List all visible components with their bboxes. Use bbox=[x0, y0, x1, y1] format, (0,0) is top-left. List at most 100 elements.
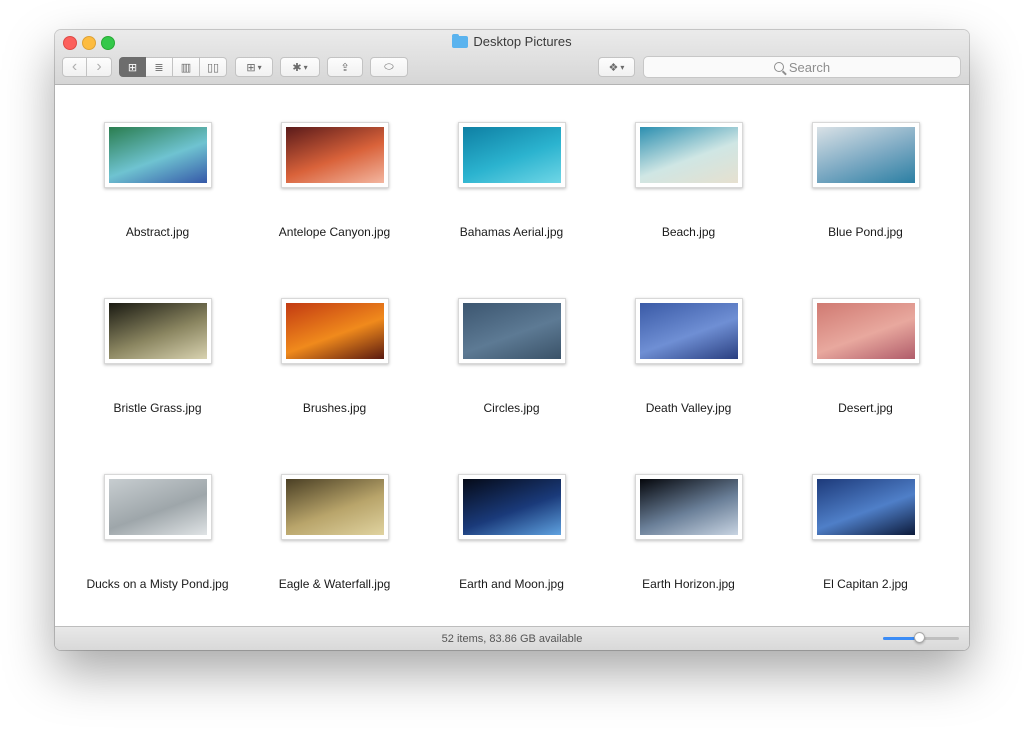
file-name[interactable]: Earth and Moon.jpg bbox=[437, 577, 587, 592]
dropbox-button[interactable]: ❖ ▾ bbox=[598, 57, 635, 77]
file-name[interactable]: Antelope Canyon.jpg bbox=[260, 225, 410, 240]
thumbnail-image bbox=[462, 127, 561, 183]
file-item[interactable]: Earth and Moon.jpg bbox=[423, 474, 600, 650]
file-thumbnail[interactable] bbox=[280, 298, 389, 364]
forward-button[interactable]: › bbox=[87, 57, 112, 77]
back-button[interactable]: ‹ bbox=[62, 57, 87, 77]
window-title-text: Desktop Pictures bbox=[473, 34, 572, 49]
file-name[interactable]: Ducks on a Misty Pond.jpg bbox=[83, 577, 233, 592]
thumbnail-image bbox=[639, 479, 738, 535]
file-thumbnail[interactable] bbox=[103, 298, 212, 364]
file-thumbnail[interactable] bbox=[634, 122, 743, 188]
file-thumbnail[interactable] bbox=[811, 122, 920, 188]
file-icon-view: Abstract.jpg Antelope Canyon.jpg Bahamas A… bbox=[55, 85, 969, 627]
file-thumbnail[interactable] bbox=[457, 122, 566, 188]
file-name[interactable]: Circles.jpg bbox=[437, 401, 587, 416]
thumbnail-image bbox=[285, 479, 384, 535]
arrange-grid-icon: ⊞ bbox=[246, 61, 256, 74]
file-thumbnail[interactable] bbox=[811, 298, 920, 364]
share-icon: ⇪ bbox=[340, 61, 350, 74]
file-thumbnail[interactable] bbox=[457, 298, 566, 364]
file-thumbnail[interactable] bbox=[103, 474, 212, 540]
finder-window: Desktop Pictures ‹ › ⊞ ≣ ▥ ▯▯ ⊞ ▾ ✱ ▾ ⇪ ⬭ ❖ bbox=[55, 30, 969, 650]
file-item[interactable]: Beach.jpg bbox=[600, 122, 777, 298]
tags-button[interactable]: ⬭ bbox=[370, 57, 408, 77]
file-grid: Abstract.jpg Antelope Canyon.jpg Bahamas A… bbox=[69, 122, 954, 650]
file-item[interactable]: Circles.jpg bbox=[423, 298, 600, 474]
view-mode-buttons: ⊞ ≣ ▥ ▯▯ bbox=[119, 57, 227, 77]
chevron-down-icon: ▾ bbox=[303, 62, 308, 72]
file-name[interactable]: El Capitan 2.jpg bbox=[791, 577, 941, 592]
file-thumbnail[interactable] bbox=[280, 122, 389, 188]
file-name[interactable]: Abstract.jpg bbox=[83, 225, 233, 240]
thumbnail-image bbox=[285, 127, 384, 183]
chevron-down-icon: ▾ bbox=[257, 62, 262, 72]
file-thumbnail[interactable] bbox=[634, 298, 743, 364]
file-thumbnail[interactable] bbox=[811, 474, 920, 540]
file-name[interactable]: Desert.jpg bbox=[791, 401, 941, 416]
file-thumbnail[interactable] bbox=[280, 474, 389, 540]
file-item[interactable]: El Capitan 2.jpg bbox=[777, 474, 954, 650]
thumbnail-image bbox=[108, 303, 207, 359]
file-item[interactable]: Blue Pond.jpg bbox=[777, 122, 954, 298]
cover-flow-view-button[interactable]: ▯▯ bbox=[200, 57, 227, 77]
file-thumbnail[interactable] bbox=[634, 474, 743, 540]
file-item[interactable]: Abstract.jpg bbox=[69, 122, 246, 298]
search-icon bbox=[773, 62, 784, 72]
file-item[interactable]: Ducks on a Misty Pond.jpg bbox=[69, 474, 246, 650]
thumbnail-image bbox=[816, 127, 915, 183]
chevron-down-icon: ▾ bbox=[620, 62, 625, 72]
tag-icon: ⬭ bbox=[384, 60, 394, 73]
file-item[interactable]: Bahamas Aerial.jpg bbox=[423, 122, 600, 298]
file-item[interactable]: Antelope Canyon.jpg bbox=[246, 122, 423, 298]
file-name[interactable]: Death Valley.jpg bbox=[614, 401, 764, 416]
list-view-button[interactable]: ≣ bbox=[146, 57, 173, 77]
file-item[interactable]: Brushes.jpg bbox=[246, 298, 423, 474]
column-view-icon: ▥ bbox=[180, 61, 192, 74]
thumbnail-image bbox=[816, 479, 915, 535]
window-title: Desktop Pictures bbox=[55, 33, 969, 49]
chevron-right-icon: › bbox=[96, 58, 102, 75]
file-thumbnail[interactable] bbox=[457, 474, 566, 540]
thumbnail-image bbox=[816, 303, 915, 359]
icon-size-slider-knob[interactable] bbox=[914, 632, 926, 643]
file-name[interactable]: Blue Pond.jpg bbox=[791, 225, 941, 240]
thumbnail-image bbox=[108, 127, 207, 183]
search-input[interactable]: Search bbox=[643, 56, 961, 78]
file-item[interactable]: Death Valley.jpg bbox=[600, 298, 777, 474]
dropbox-icon: ❖ bbox=[608, 61, 619, 74]
icon-view-button[interactable]: ⊞ bbox=[119, 57, 146, 77]
file-name[interactable]: Earth Horizon.jpg bbox=[614, 577, 764, 592]
file-item[interactable]: Bristle Grass.jpg bbox=[69, 298, 246, 474]
file-item[interactable]: Earth Horizon.jpg bbox=[600, 474, 777, 650]
action-button[interactable]: ✱ ▾ bbox=[280, 57, 320, 77]
titlebar: Desktop Pictures ‹ › ⊞ ≣ ▥ ▯▯ ⊞ ▾ ✱ ▾ ⇪ ⬭ ❖ bbox=[55, 30, 969, 85]
list-view-icon: ≣ bbox=[154, 61, 164, 74]
file-name[interactable]: Brushes.jpg bbox=[260, 401, 410, 416]
file-item[interactable]: Desert.jpg bbox=[777, 298, 954, 474]
thumbnail-image bbox=[285, 303, 384, 359]
thumbnail-image bbox=[462, 479, 561, 535]
file-item[interactable]: Eagle & Waterfall.jpg bbox=[246, 474, 423, 650]
gear-icon: ✱ bbox=[292, 61, 302, 74]
file-name[interactable]: Eagle & Waterfall.jpg bbox=[260, 577, 410, 592]
chevron-left-icon: ‹ bbox=[71, 58, 78, 75]
thumbnail-image bbox=[639, 127, 738, 183]
share-button[interactable]: ⇪ bbox=[327, 57, 363, 77]
file-name[interactable]: Bahamas Aerial.jpg bbox=[437, 225, 587, 240]
file-name[interactable]: Beach.jpg bbox=[614, 225, 764, 240]
thumbnail-image bbox=[108, 479, 207, 535]
icon-size-slider[interactable] bbox=[883, 632, 959, 643]
thumbnail-image bbox=[639, 303, 738, 359]
file-name[interactable]: Bristle Grass.jpg bbox=[83, 401, 233, 416]
thumbnail-image bbox=[462, 303, 561, 359]
cover-flow-view-icon: ▯▯ bbox=[206, 61, 220, 74]
icon-view-icon: ⊞ bbox=[127, 61, 138, 74]
status-bar: 52 items, 83.86 GB available bbox=[55, 626, 969, 650]
column-view-button[interactable]: ▥ bbox=[173, 57, 200, 77]
search-placeholder: Search bbox=[788, 59, 831, 75]
status-text: 52 items, 83.86 GB available bbox=[441, 632, 583, 645]
arrange-button[interactable]: ⊞ ▾ bbox=[235, 57, 273, 77]
folder-icon bbox=[452, 33, 469, 48]
file-thumbnail[interactable] bbox=[103, 122, 212, 188]
